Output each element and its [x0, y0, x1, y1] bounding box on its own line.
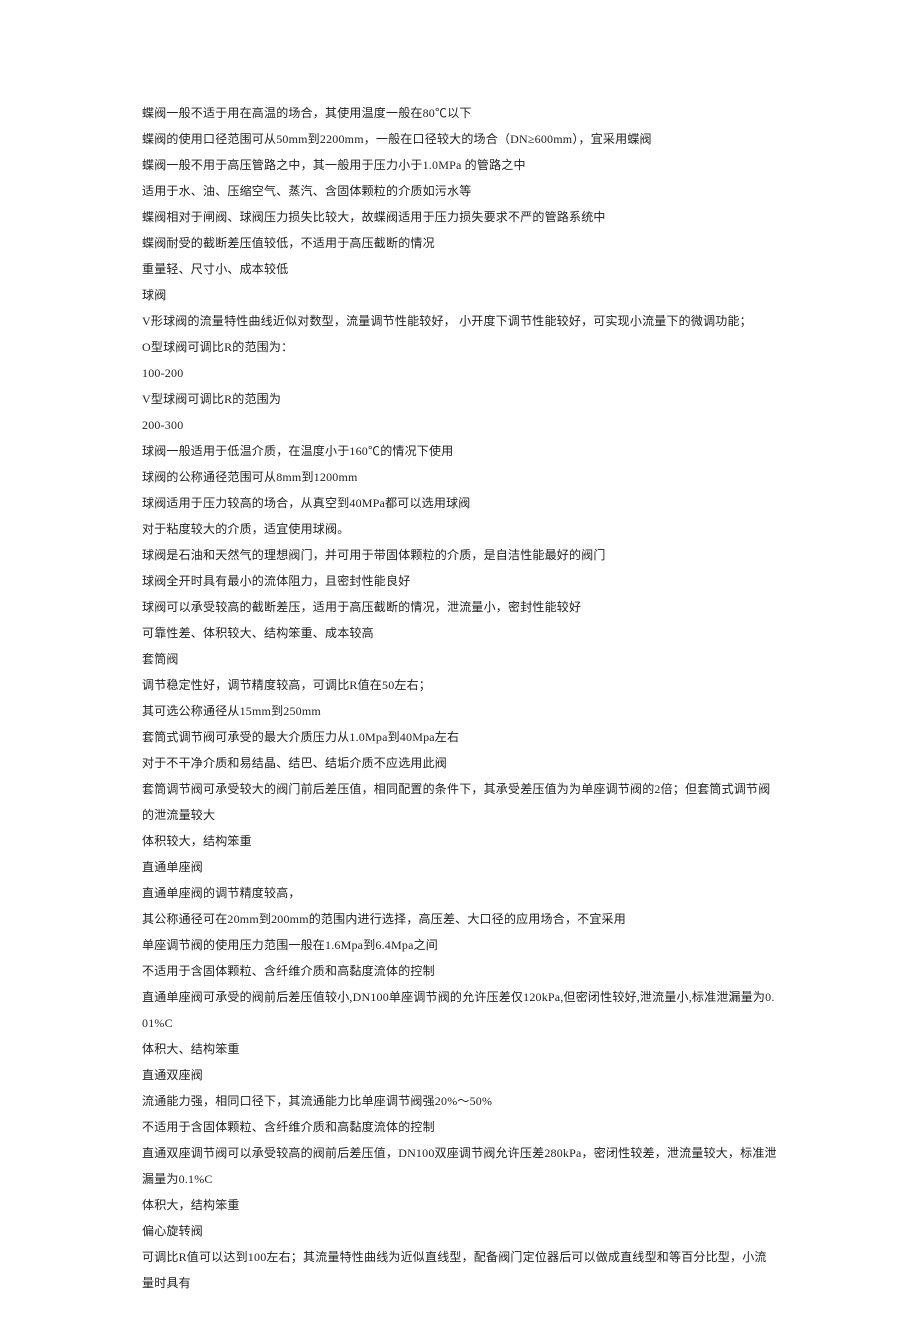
text-line: 套筒式调节阀可承受的最大介质压力从1.0Mpa到40Mpa左右: [142, 724, 778, 750]
text-line: 球阀全开时具有最小的流体阻力，且密封性能良好: [142, 568, 778, 594]
text-line: 套筒调节阀可承受较大的阀门前后差压值，相同配置的条件下，其承受差压值为为单座调节…: [142, 776, 778, 828]
text-line: 蝶阀一般不适于用在高温的场合，其使用温度一般在80℃以下: [142, 100, 778, 126]
text-line: 偏心旋转阀: [142, 1218, 778, 1244]
text-line: 对于粘度较大的介质，适宜使用球阀。: [142, 516, 778, 542]
text-line: V形球阀的流量特性曲线近似对数型，流量调节性能较好， 小开度下调节性能较好，可实…: [142, 308, 778, 334]
text-line: 可调比R值可以达到100左右；其流量特性曲线为近似直线型，配备阀门定位器后可以做…: [142, 1244, 778, 1296]
text-line: 蝶阀的使用口径范围可从50mm到2200mm，一般在口径较大的场合（DN≥600…: [142, 126, 778, 152]
text-line: 直通单座阀: [142, 854, 778, 880]
text-line: 200-300: [142, 412, 778, 438]
text-line: 体积较大，结构笨重: [142, 828, 778, 854]
text-line: 球阀: [142, 282, 778, 308]
text-line: 直通双座调节阀可以承受较高的阀前后差压值，DN100双座调节阀允许压差280kP…: [142, 1140, 778, 1192]
text-line: 蝶阀耐受的截断差压值较低，不适用于高压截断的情况: [142, 230, 778, 256]
text-line: 不适用于含固体颗粒、含纤维介质和高黏度流体的控制: [142, 958, 778, 984]
text-line: 套筒阀: [142, 646, 778, 672]
text-line: 调节稳定性好，调节精度较高，可调比R值在50左右；: [142, 672, 778, 698]
text-line: 球阀适用于压力较高的场合，从真空到40MPa都可以选用球阀: [142, 490, 778, 516]
text-line: 100-200: [142, 360, 778, 386]
text-line: 球阀可以承受较高的截断差压，适用于高压截断的情况，泄流量小，密封性能较好: [142, 594, 778, 620]
text-line: 其可选公称通径从15mm到250mm: [142, 698, 778, 724]
text-line: 单座调节阀的使用压力范围一般在1.6Mpa到6.4Mpa之间: [142, 932, 778, 958]
text-line: 其公称通径可在20mm到200mm的范围内进行选择，高压差、大口径的应用场合，不…: [142, 906, 778, 932]
text-line: 体积大、结构笨重: [142, 1036, 778, 1062]
text-line: 体积大，结构笨重: [142, 1192, 778, 1218]
text-line: 直通单座阀可承受的阀前后差压值较小,DN100单座调节阀的允许压差仅120kPa…: [142, 984, 778, 1036]
text-line: 球阀的公称通径范围可从8mm到1200mm: [142, 464, 778, 490]
document-page: 蝶阀一般不适于用在高温的场合，其使用温度一般在80℃以下蝶阀的使用口径范围可从5…: [0, 0, 920, 1336]
text-line: 球阀一般适用于低温介质，在温度小于160℃的情况下使用: [142, 438, 778, 464]
text-line: 对于不干净介质和易结晶、结巴、结垢介质不应选用此阀: [142, 750, 778, 776]
text-line: O型球阀可调比R的范围为：: [142, 334, 778, 360]
text-line: 球阀是石油和天然气的理想阀门，并可用于带固体颗粒的介质，是自洁性能最好的阀门: [142, 542, 778, 568]
text-line: 不适用于含固体颗粒、含纤维介质和高黏度流体的控制: [142, 1114, 778, 1140]
text-line: 可靠性差、体积较大、结构笨重、成本较高: [142, 620, 778, 646]
text-line: 适用于水、油、压缩空气、蒸汽、含固体颗粒的介质如污水等: [142, 178, 778, 204]
text-line: V型球阀可调比R的范围为: [142, 386, 778, 412]
text-line: 蝶阀一般不用于高压管路之中，其一般用于压力小于1.0MPa 的管路之中: [142, 152, 778, 178]
text-line: 直通双座阀: [142, 1062, 778, 1088]
text-line: 蝶阀相对于闸阀、球阀压力损失比较大，故蝶阀适用于压力损失要求不严的管路系统中: [142, 204, 778, 230]
text-line: 重量轻、尺寸小、成本较低: [142, 256, 778, 282]
text-line: 直通单座阀的调节精度较高，: [142, 880, 778, 906]
text-line: 流通能力强，相同口径下，其流通能力比单座调节阀强20%～50%: [142, 1088, 778, 1114]
